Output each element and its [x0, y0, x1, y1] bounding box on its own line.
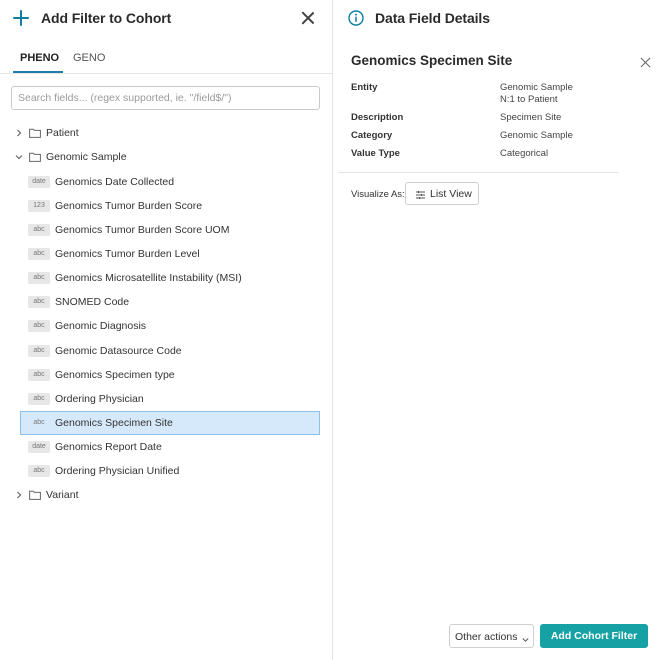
field-item[interactable]: 123 Genomics Tumor Burden Score — [20, 194, 320, 218]
type-badge-text: abc — [28, 393, 50, 405]
field-label: Genomics Tumor Burden Score — [55, 200, 203, 212]
list-view-icon — [416, 190, 425, 199]
other-actions-label: Other actions — [455, 631, 518, 643]
field-item[interactable]: abc Genomic Datasource Code — [20, 339, 320, 363]
tree-node-label: Genomic Sample — [46, 151, 127, 163]
type-badge-text: abc — [28, 417, 50, 429]
folder-icon — [29, 128, 41, 138]
field-label: Genomics Report Date — [55, 441, 162, 453]
field-item[interactable]: abc Genomics Tumor Burden Level — [20, 242, 320, 266]
value-type-value: Categorical — [500, 148, 549, 159]
field-label: Genomics Specimen type — [55, 369, 175, 381]
field-label: Genomics Tumor Burden Level — [55, 248, 200, 260]
tree-node-label: Variant — [46, 489, 79, 501]
active-tab-indicator — [13, 71, 63, 73]
add-cohort-filter-button[interactable]: Add Cohort Filter — [540, 624, 648, 648]
details-title: Data Field Details — [375, 10, 490, 26]
type-badge-text: abc — [28, 272, 50, 284]
field-label: Genomics Microsatellite Instability (MSI… — [55, 272, 242, 284]
field-label: Genomic Datasource Code — [55, 345, 182, 357]
chevron-down-icon — [522, 634, 529, 642]
type-badge-text: abc — [28, 345, 50, 357]
field-item[interactable]: abc Genomics Specimen type — [20, 363, 320, 387]
type-badge-text: abc — [28, 248, 50, 260]
add-cohort-filter-label: Add Cohort Filter — [550, 630, 638, 642]
list-view-label: List View — [430, 188, 472, 200]
type-badge-number: 123 — [28, 200, 50, 212]
field-label: Genomics Specimen Site — [55, 417, 173, 429]
entity-value: Genomic Sample — [500, 82, 573, 93]
entity-label: Entity — [351, 82, 378, 93]
info-icon — [348, 10, 364, 26]
tab-geno[interactable]: GENO — [73, 52, 105, 64]
tab-bar: PHENO GENO — [0, 44, 332, 74]
folder-icon — [29, 152, 41, 162]
field-item[interactable]: abc Genomics Microsatellite Instability … — [20, 266, 320, 290]
tree-node-label: Patient — [46, 127, 79, 139]
search-fields-input[interactable] — [11, 86, 320, 110]
tree-node-patient[interactable]: Patient — [0, 122, 332, 146]
description-value: Specimen Site — [500, 112, 562, 123]
tree-node-variant[interactable]: Variant — [0, 484, 332, 508]
add-filter-panel: Add Filter to Cohort PHENO GENO Patient … — [0, 0, 333, 660]
field-item[interactable]: date Genomics Date Collected — [20, 170, 320, 194]
type-badge-date: date — [28, 176, 50, 188]
type-badge-text: abc — [28, 465, 50, 477]
field-item-selected[interactable]: abc Genomics Specimen Site — [20, 411, 320, 435]
tab-pheno[interactable]: PHENO — [20, 52, 59, 64]
entity-relationship: N:1 to Patient — [500, 94, 558, 105]
field-item[interactable]: date Genomics Report Date — [20, 435, 320, 459]
chevron-right-icon[interactable] — [15, 129, 23, 137]
category-label: Category — [351, 130, 393, 141]
panel-title: Add Filter to Cohort — [41, 10, 172, 26]
field-label: Genomics Tumor Burden Score UOM — [55, 224, 230, 236]
field-name-heading: Genomics Specimen Site — [351, 53, 513, 68]
list-view-button[interactable]: List View — [405, 182, 479, 205]
type-badge-date: date — [28, 441, 50, 453]
divider — [338, 172, 619, 173]
footer-actions: Other actions Add Cohort Filter — [334, 620, 662, 660]
data-field-details-panel: Data Field Details Genomics Specimen Sit… — [334, 0, 662, 660]
type-badge-text: abc — [28, 369, 50, 381]
field-label: SNOMED Code — [55, 296, 130, 308]
plus-icon — [13, 10, 29, 26]
type-badge-text: abc — [28, 224, 50, 236]
value-type-label: Value Type — [351, 148, 400, 159]
field-item[interactable]: abc Genomics Tumor Burden Score UOM — [20, 218, 320, 242]
type-badge-text: abc — [28, 296, 50, 308]
visualize-as-label: Visualize As: — [351, 189, 405, 200]
type-badge-text: abc — [28, 320, 50, 332]
field-item[interactable]: abc Genomic Diagnosis — [20, 314, 320, 338]
other-actions-dropdown[interactable]: Other actions — [449, 624, 534, 648]
add-filter-header: Add Filter to Cohort — [0, 0, 332, 38]
close-icon[interactable] — [640, 57, 651, 68]
field-item[interactable]: abc Ordering Physician — [20, 387, 320, 411]
field-label: Ordering Physician Unified — [55, 465, 180, 477]
tree-node-genomic-sample[interactable]: Genomic Sample — [0, 146, 332, 170]
chevron-right-icon[interactable] — [15, 491, 23, 499]
field-label: Genomic Diagnosis — [55, 320, 147, 332]
field-label: Ordering Physician — [55, 393, 144, 405]
folder-icon — [29, 490, 41, 500]
field-label: Genomics Date Collected — [55, 176, 175, 188]
description-label: Description — [351, 112, 404, 123]
close-icon[interactable] — [301, 11, 315, 25]
category-value: Genomic Sample — [500, 130, 573, 141]
field-item[interactable]: abc SNOMED Code — [20, 290, 320, 314]
chevron-down-icon[interactable] — [15, 153, 23, 161]
field-item[interactable]: abc Ordering Physician Unified — [20, 459, 320, 483]
